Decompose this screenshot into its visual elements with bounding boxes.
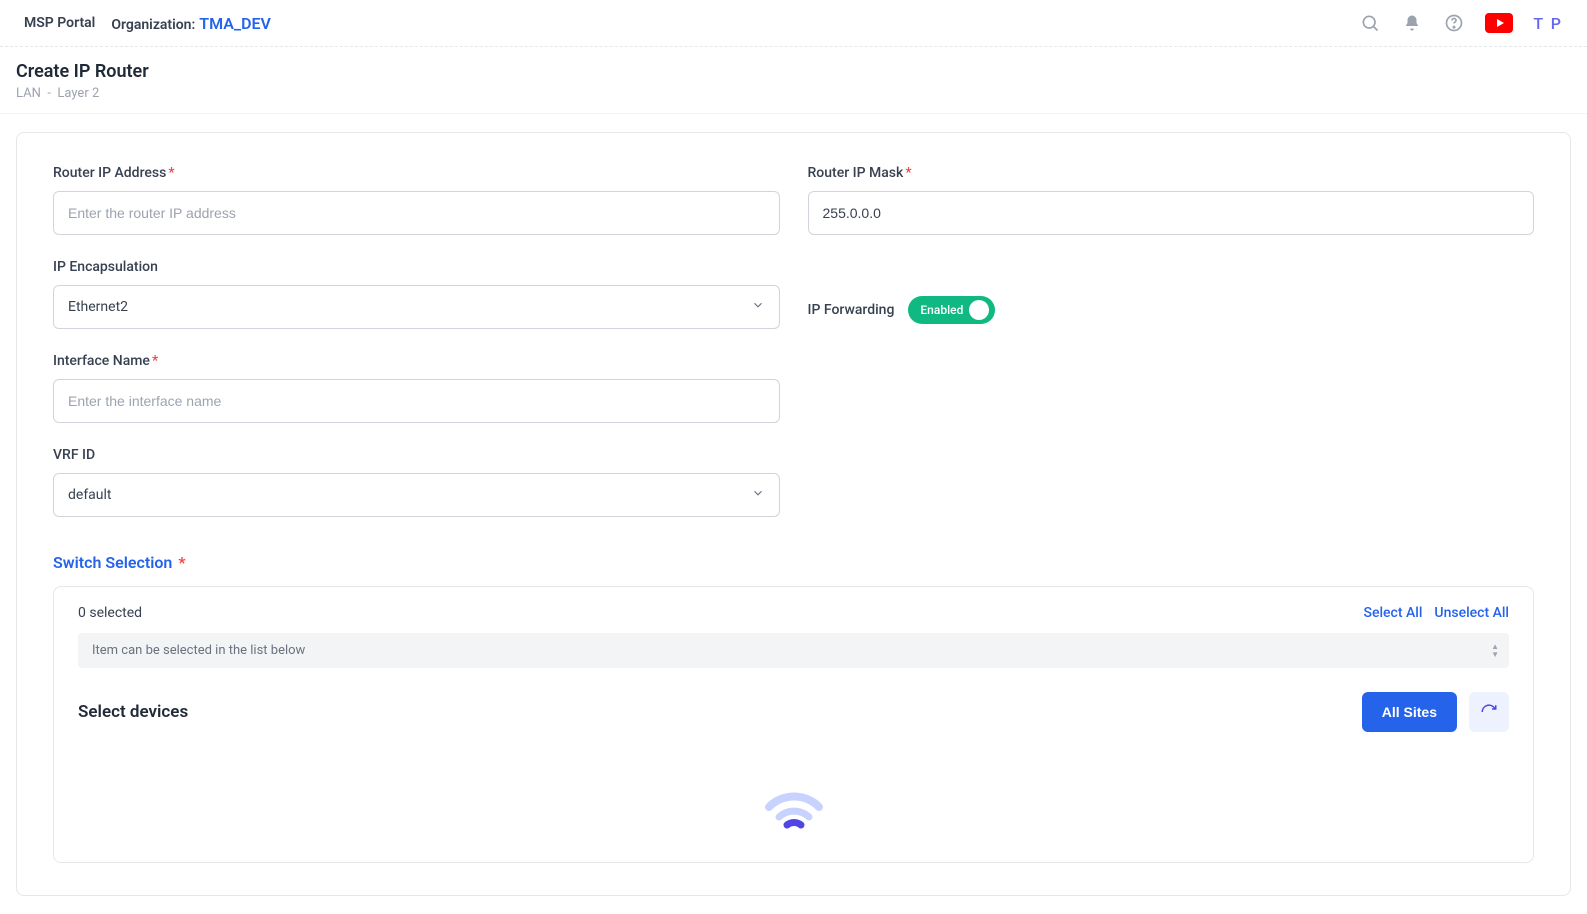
- interface-name-label: Interface Name*: [53, 353, 780, 369]
- bell-icon[interactable]: [1401, 12, 1423, 34]
- router-ip-label: Router IP Address*: [53, 165, 780, 181]
- ip-forwarding-field: IP Forwarding Enabled: [808, 291, 1535, 329]
- org-value: TMA_DEV: [199, 14, 271, 33]
- stepper-arrows-icon: ▲▼: [1491, 643, 1499, 659]
- ip-encap-value: Ethernet2: [68, 299, 128, 315]
- chevron-down-icon: [751, 486, 765, 504]
- page-header: Create IP Router LAN - Layer 2: [0, 47, 1587, 114]
- page-title: Create IP Router: [16, 61, 1571, 82]
- refresh-icon: [1480, 703, 1498, 721]
- all-sites-button[interactable]: All Sites: [1362, 692, 1457, 732]
- switch-selection-title: Switch Selection *: [53, 553, 1534, 572]
- interface-name-input[interactable]: [53, 379, 780, 423]
- portal-title: MSP Portal: [24, 15, 95, 31]
- toggle-state-text: Enabled: [914, 303, 963, 317]
- vrf-id-select[interactable]: default: [53, 473, 780, 517]
- org-group[interactable]: Organization: TMA_DEV: [111, 14, 271, 33]
- wifi-loader-icon: [754, 772, 834, 832]
- breadcrumb-layer2[interactable]: Layer 2: [57, 86, 99, 101]
- youtube-icon[interactable]: [1485, 13, 1513, 33]
- select-devices-title: Select devices: [78, 702, 188, 722]
- router-mask-label: Router IP Mask*: [808, 165, 1535, 181]
- form-card: Router IP Address* Router IP Mask* IP En…: [16, 132, 1571, 896]
- breadcrumb-lan[interactable]: LAN: [16, 86, 41, 101]
- ip-encap-field: IP Encapsulation Ethernet2: [53, 259, 780, 329]
- vrf-id-label: VRF ID: [53, 447, 780, 463]
- chevron-down-icon: [751, 298, 765, 316]
- breadcrumb: LAN - Layer 2: [16, 86, 1571, 101]
- router-ip-field: Router IP Address*: [53, 165, 780, 235]
- ip-encap-label: IP Encapsulation: [53, 259, 780, 275]
- selection-hint-text: Item can be selected in the list below: [92, 643, 305, 658]
- header-right: T P: [1359, 12, 1563, 34]
- header-left: MSP Portal Organization: TMA_DEV: [24, 14, 271, 33]
- switch-selection-section: Switch Selection * 0 selected Select All…: [53, 553, 1534, 863]
- vrf-id-value: default: [68, 487, 112, 503]
- router-ip-input[interactable]: [53, 191, 780, 235]
- help-icon[interactable]: [1443, 12, 1465, 34]
- router-mask-input[interactable]: [808, 191, 1535, 235]
- vrf-id-field: VRF ID default: [53, 447, 780, 517]
- interface-name-field: Interface Name*: [53, 353, 780, 423]
- ip-encap-select[interactable]: Ethernet2: [53, 285, 780, 329]
- selection-hint-box[interactable]: Item can be selected in the list below ▲…: [78, 633, 1509, 668]
- ip-forwarding-label: IP Forwarding: [808, 302, 895, 318]
- ip-forwarding-toggle[interactable]: Enabled: [908, 296, 995, 324]
- select-all-link[interactable]: Select All: [1363, 605, 1422, 621]
- selected-count: 0 selected: [78, 605, 142, 621]
- search-icon[interactable]: [1359, 12, 1381, 34]
- loading-area: [78, 732, 1509, 832]
- refresh-button[interactable]: [1469, 692, 1509, 732]
- switch-panel: 0 selected Select All Unselect All Item …: [53, 586, 1534, 863]
- top-header: MSP Portal Organization: TMA_DEV T P: [0, 0, 1587, 47]
- unselect-all-link[interactable]: Unselect All: [1434, 605, 1509, 621]
- toggle-knob: [969, 300, 989, 320]
- user-avatar[interactable]: T P: [1533, 14, 1563, 33]
- router-mask-field: Router IP Mask*: [808, 165, 1535, 235]
- org-label: Organization:: [111, 17, 195, 33]
